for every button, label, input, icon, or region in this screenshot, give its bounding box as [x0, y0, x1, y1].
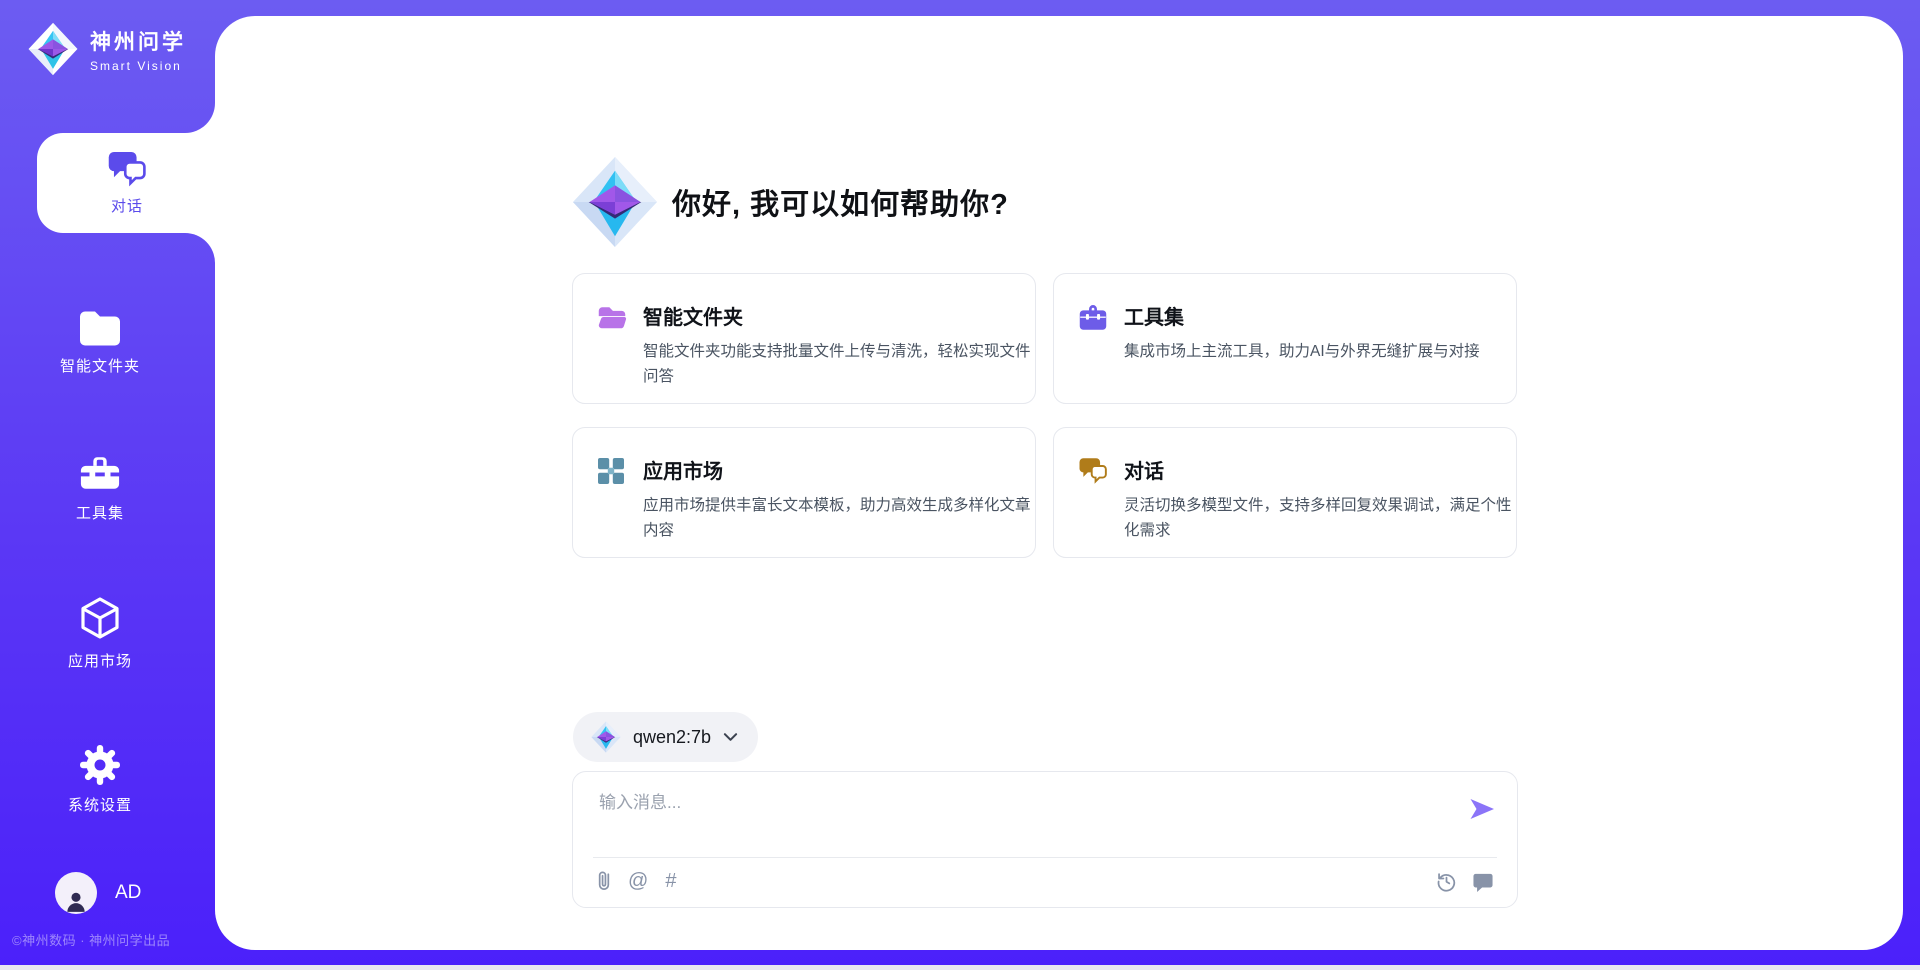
user-account[interactable]: AD [55, 872, 141, 914]
comment-icon[interactable] [1473, 872, 1493, 892]
card-description: 灵活切换多模型文件，支持多样回复效果调试，满足个性化需求 [1124, 494, 1516, 544]
sidebar-item-label: 工具集 [76, 502, 124, 523]
gear-icon [80, 745, 120, 785]
folder-icon [78, 309, 122, 346]
sidebar-item-label: 系统设置 [68, 794, 132, 815]
sidebar-item-toolset[interactable]: 工具集 [30, 442, 170, 534]
chat-icon [1078, 455, 1108, 557]
composer-divider [593, 857, 1497, 858]
user-avatar-icon [63, 888, 89, 914]
copyright-text: ©神州数码 · 神州问学出品 [12, 930, 170, 949]
card-title: 应用市场 [643, 455, 1035, 484]
sidebar-item-smart-folder[interactable]: 智能文件夹 [30, 296, 170, 388]
app-grid-icon [597, 455, 627, 557]
message-composer: @ # [572, 771, 1518, 908]
gem-logo-icon [28, 22, 78, 76]
paperclip-icon[interactable] [597, 869, 611, 892]
tab-fillet-bottom [185, 233, 215, 263]
app-logo: 神州问学 Smart Vision [28, 22, 186, 76]
greeting-text: 你好, 我可以如何帮助你? [672, 181, 1009, 223]
sidebar-item-label: 应用市场 [68, 650, 132, 671]
chat-icon [107, 150, 147, 187]
cube-icon [80, 597, 120, 641]
model-selector[interactable]: qwen2:7b [573, 712, 758, 762]
app-subtitle: Smart Vision [90, 59, 186, 73]
sidebar-item-app-market[interactable]: 应用市场 [30, 588, 170, 680]
card-description: 智能文件夹功能支持批量文件上传与清洗，轻松实现文件问答 [643, 340, 1035, 390]
card-description: 集成市场上主流工具，助力AI与外界无缝扩展与对接 [1124, 340, 1516, 365]
card-title: 工具集 [1124, 301, 1516, 330]
greeting: 你好, 我可以如何帮助你? [572, 156, 1009, 248]
sidebar: 神州问学 Smart Vision 对话 智能文件夹 工具集 [0, 0, 215, 970]
feature-cards: 智能文件夹 智能文件夹功能支持批量文件上传与清洗，轻松实现文件问答 工具集 集成… [572, 273, 1518, 558]
sidebar-item-label: 智能文件夹 [60, 355, 140, 376]
chevron-down-icon [723, 732, 738, 742]
send-button[interactable] [1469, 798, 1495, 825]
gem-logo-icon [591, 721, 621, 753]
folder-open-icon [597, 301, 627, 403]
at-icon[interactable]: @ [628, 871, 648, 891]
send-icon [1469, 798, 1495, 820]
avatar [55, 872, 97, 914]
message-input[interactable] [599, 786, 1439, 820]
sidebar-item-settings[interactable]: 系统设置 [30, 734, 170, 826]
card-title: 对话 [1124, 455, 1516, 484]
bottom-scrollbar-track[interactable] [0, 965, 1920, 970]
sidebar-item-chat[interactable]: 对话 [37, 133, 217, 233]
card-title: 智能文件夹 [643, 301, 1035, 330]
card-app-market[interactable]: 应用市场 应用市场提供丰富长文本模板，助力高效生成多样化文章内容 [572, 427, 1036, 558]
app-name: 神州问学 [90, 26, 186, 56]
toolbox-icon [1078, 301, 1108, 403]
hash-icon[interactable]: # [665, 871, 676, 891]
card-chat[interactable]: 对话 灵活切换多模型文件，支持多样回复效果调试，满足个性化需求 [1053, 427, 1517, 558]
card-smart-folder[interactable]: 智能文件夹 智能文件夹功能支持批量文件上传与清洗，轻松实现文件问答 [572, 273, 1036, 404]
tab-fillet-top [185, 103, 215, 133]
card-toolset[interactable]: 工具集 集成市场上主流工具，助力AI与外界无缝扩展与对接 [1053, 273, 1517, 404]
user-name: AD [115, 882, 141, 904]
model-name: qwen2:7b [633, 727, 711, 748]
card-description: 应用市场提供丰富长文本模板，助力高效生成多样化文章内容 [643, 494, 1035, 544]
sidebar-item-label: 对话 [111, 195, 143, 216]
toolbox-icon [79, 454, 121, 493]
history-icon[interactable] [1436, 871, 1457, 892]
gem-logo-icon [572, 156, 658, 248]
